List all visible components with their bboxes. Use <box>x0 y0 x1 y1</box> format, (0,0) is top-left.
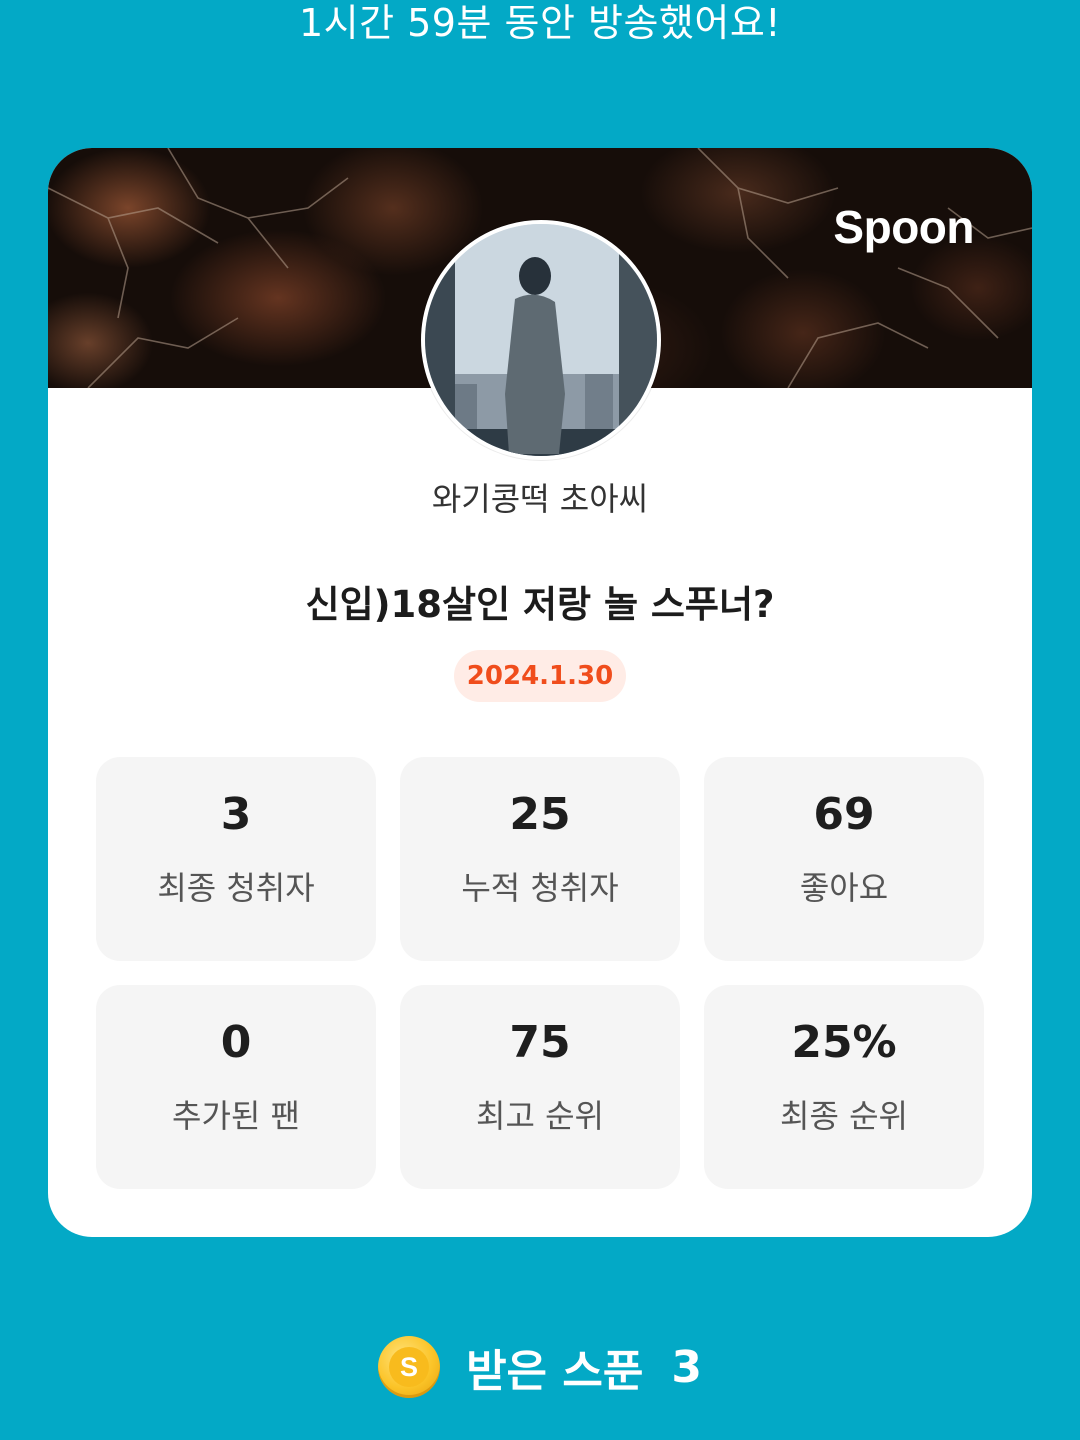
stat-value: 3 <box>220 789 252 840</box>
stat-value: 0 <box>220 1017 252 1068</box>
avatar <box>421 220 661 460</box>
stat-total-listeners: 25 누적 청취자 <box>400 757 680 961</box>
spoon-logo: Spoon <box>833 201 974 253</box>
stat-value: 25% <box>791 1017 897 1068</box>
stat-final-rank: 25% 최종 순위 <box>704 985 984 1189</box>
stat-value: 25 <box>509 789 571 840</box>
stat-likes: 69 좋아요 <box>704 757 984 961</box>
stat-label: 좋아요 <box>799 869 889 907</box>
stat-final-listeners: 3 최종 청취자 <box>96 757 376 961</box>
spoon-coin-icon: S <box>378 1336 441 1398</box>
stat-label: 최종 청취자 <box>157 869 315 907</box>
stat-label: 누적 청취자 <box>461 869 619 907</box>
coin-letter: S <box>389 1347 430 1387</box>
received-spoons-label: 받은 스푼 <box>466 1346 644 1397</box>
received-spoons-count: 3 <box>671 1341 702 1393</box>
stat-label: 최고 순위 <box>476 1097 604 1135</box>
stat-highest-rank: 75 최고 순위 <box>400 985 680 1189</box>
received-spoons: S 받은 스푼 3 <box>0 1332 1080 1402</box>
stat-value: 75 <box>509 1017 571 1068</box>
stat-label: 추가된 팬 <box>172 1097 300 1135</box>
stat-label: 최종 순위 <box>780 1097 908 1135</box>
username: 와기콩떡 초아씨 <box>431 480 649 518</box>
live-title: 신입)18살인 저랑 놀 스푸너? <box>305 583 775 626</box>
broadcast-date-badge: 2024.1.30 <box>454 650 626 702</box>
broadcast-summary-card: Spoon 와기콩떡 초아씨 신입)18살인 저랑 놀 스푸너? 2024.1.… <box>48 148 1032 1237</box>
broadcast-duration-headline: 1시간 59분 동안 방송했어요! <box>298 1 782 45</box>
stat-new-fans: 0 추가된 팬 <box>96 985 376 1189</box>
stat-value: 69 <box>813 789 875 840</box>
